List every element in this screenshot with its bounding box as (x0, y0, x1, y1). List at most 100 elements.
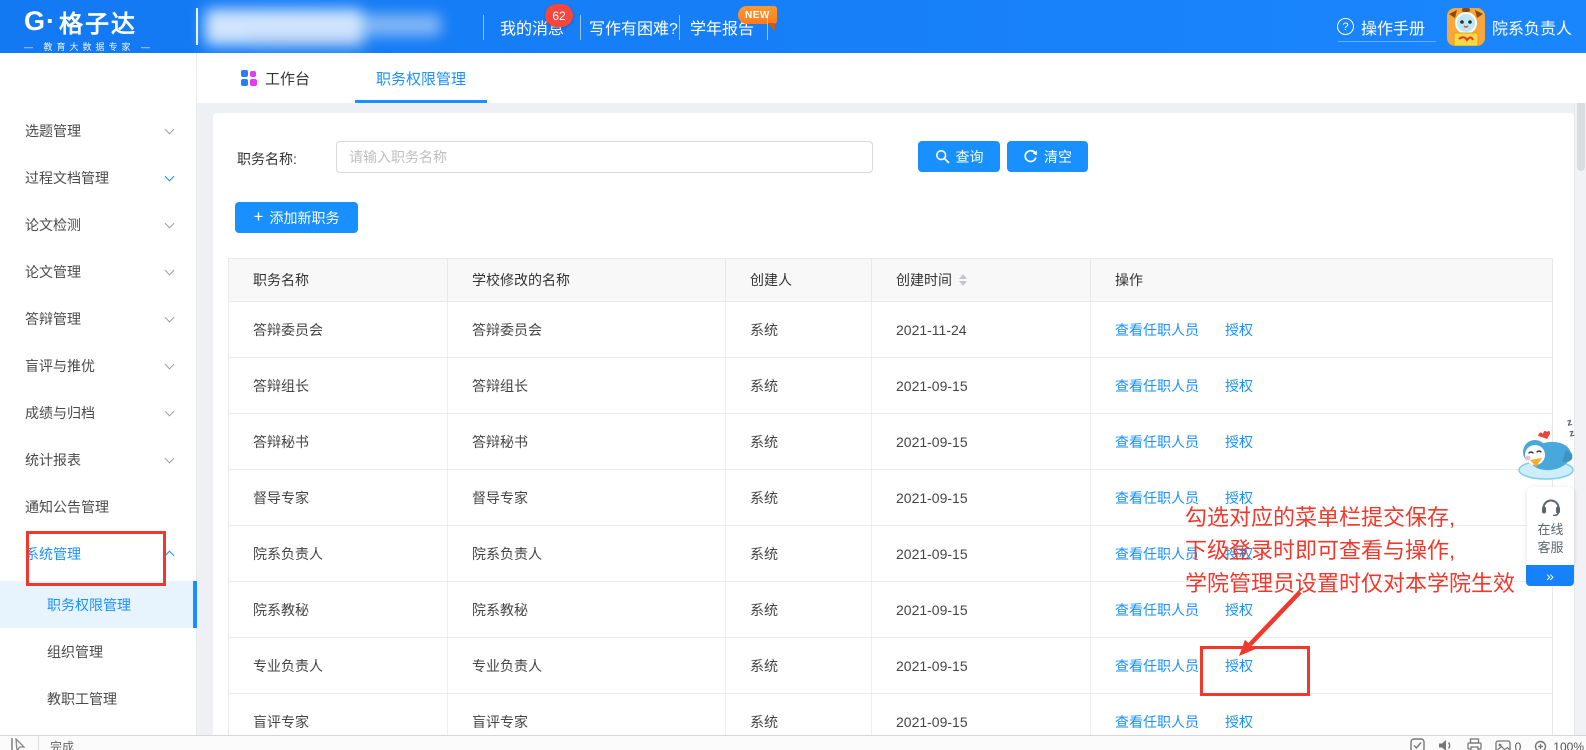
authorize-link[interactable]: 授权 (1225, 320, 1253, 340)
user-role[interactable]: 院系负责人 (1492, 0, 1572, 53)
plus-icon: + (254, 207, 264, 227)
sort-icon[interactable] (959, 274, 967, 286)
column-header-creator: 创建人 (726, 259, 872, 301)
table-row: 答辩组长 答辩组长 系统 2021-09-15 查看任职人员授权 (229, 357, 1552, 413)
chevron-down-icon (165, 124, 175, 134)
nav-divider (679, 15, 680, 40)
tabbar: 工作台 职务权限管理 (197, 53, 1586, 103)
sidebar-subitem-staff[interactable]: 教职工管理 (0, 675, 197, 722)
authorize-link[interactable]: 授权 (1225, 376, 1253, 396)
view-members-link[interactable]: 查看任职人员 (1115, 544, 1199, 564)
table-row: 答辩委员会 答辩委员会 系统 2021-11-24 查看任职人员授权 (229, 301, 1552, 357)
tiger-penguin-avatar-icon (1447, 8, 1485, 46)
nav-writing-help[interactable]: 写作有困难? (589, 0, 678, 53)
sidebar-item-topic-management[interactable]: 选题管理 (0, 107, 197, 154)
chevron-up-icon (165, 550, 175, 560)
search-label: 职务名称: (237, 149, 297, 169)
nav-manual[interactable]: ? 操作手册 (1337, 0, 1425, 53)
zoom-plus-icon (1534, 740, 1549, 750)
service-label-line1: 在线 (1537, 521, 1563, 539)
image-frame-icon (1495, 740, 1511, 750)
screen: G· 格子达 — 教育大数据专家 — 我的消息 62 写作有困难? 学年报告 N… (0, 0, 1586, 750)
view-members-link[interactable]: 查看任职人员 (1115, 432, 1199, 452)
sidebar-item-process-docs[interactable]: 过程文档管理 (0, 154, 197, 201)
table-row: 答辩秘书 答辩秘书 系统 2021-09-15 查看任职人员授权 (229, 413, 1552, 469)
logo-tagline: — 教育大数据专家 — (24, 40, 184, 53)
user-avatar[interactable] (1447, 8, 1485, 46)
authorize-link[interactable]: 授权 (1225, 432, 1253, 452)
manual-underline (1338, 41, 1436, 42)
sidebar-item-thesis-check[interactable]: 论文检测 (0, 201, 197, 248)
clear-button[interactable]: 清空 (1007, 141, 1088, 172)
media-count[interactable]: 0 (1495, 740, 1522, 750)
query-button[interactable]: 查询 (918, 141, 1000, 172)
tab-role-permission[interactable]: 职务权限管理 (355, 53, 487, 103)
chevron-down-icon (165, 406, 175, 416)
service-expand-bar[interactable]: » (1526, 565, 1574, 586)
authorize-link-highlighted[interactable]: 授权 (1225, 656, 1253, 676)
online-service-widget[interactable]: 在线 客服 (1527, 487, 1574, 565)
chevron-down-icon (165, 265, 175, 275)
authorize-link[interactable]: 授权 (1225, 712, 1253, 732)
column-header-actions: 操作 (1091, 259, 1552, 301)
new-badge: NEW (738, 6, 777, 24)
workbench-grid-icon (241, 70, 257, 86)
question-circle-icon: ? (1337, 18, 1354, 35)
printer-icon[interactable] (1467, 738, 1482, 750)
statusbar-divider (38, 736, 39, 750)
sidebar-item-defense-management[interactable]: 答辩管理 (0, 295, 197, 342)
logo-mark: G· (24, 6, 56, 37)
table-row: 专业负责人 专业负责人 系统 2021-09-15 查看任职人员授权 (229, 637, 1552, 693)
message-count-badge[interactable]: 62 (545, 4, 573, 27)
view-members-link[interactable]: 查看任职人员 (1115, 600, 1199, 620)
sidebar-subitem-organization[interactable]: 组织管理 (0, 628, 197, 675)
double-chevron-icon: » (1546, 568, 1554, 584)
view-members-link[interactable]: 查看任职人员 (1115, 488, 1199, 508)
authorize-link[interactable]: 授权 (1225, 488, 1253, 508)
chevron-down-icon (165, 453, 175, 463)
check-square-icon[interactable] (1410, 738, 1425, 750)
search-input[interactable] (336, 141, 873, 173)
table-row: 院系负责人 院系负责人 系统 2021-09-15 查看任职人员授权 (229, 525, 1552, 581)
sidebar-item-thesis-management[interactable]: 论文管理 (0, 248, 197, 295)
sidebar-subitem-role-permission[interactable]: 职务权限管理 (0, 581, 197, 628)
sleep-zzz-text: z z (1566, 414, 1586, 439)
headset-icon (1540, 496, 1562, 516)
main-panel: 职务名称: 查询 清空 + 添加新职务 职务名称 学校修改的名称 创建人 创建时… (213, 113, 1574, 735)
chevron-down-icon (165, 359, 175, 369)
column-header-role-name: 职务名称 (229, 259, 448, 301)
logo[interactable]: G· 格子达 — 教育大数据专家 — (24, 4, 184, 50)
chevron-down-icon (165, 171, 175, 181)
sidebar: 选题管理 过程文档管理 论文检测 论文管理 答辩管理 盲评与推优 成绩与归档 统… (0, 53, 197, 735)
active-tab-underline (355, 100, 487, 103)
sidebar-item-notice-management[interactable]: 通知公告管理 (0, 483, 197, 530)
view-members-link[interactable]: 查看任职人员 (1115, 376, 1199, 396)
tab-workbench[interactable]: 工作台 (241, 53, 310, 103)
cursor-icon (10, 738, 26, 750)
view-members-link[interactable]: 查看任职人员 (1115, 712, 1199, 732)
view-members-link[interactable]: 查看任职人员 (1115, 656, 1199, 676)
school-name-blurred (205, 6, 455, 50)
browser-statusbar: 完成 0 100% (0, 735, 1586, 750)
sidebar-item-grades-archive[interactable]: 成绩与归档 (0, 389, 197, 436)
view-members-link[interactable]: 查看任职人员 (1115, 320, 1199, 340)
page-scrollbar[interactable] (1574, 53, 1586, 735)
service-label-line2: 客服 (1537, 539, 1563, 557)
table-row: 督导专家 督导专家 系统 2021-09-15 查看任职人员授权 (229, 469, 1552, 525)
sidebar-item-blind-review[interactable]: 盲评与推优 (0, 342, 197, 389)
add-role-button[interactable]: + 添加新职务 (235, 202, 358, 233)
speaker-icon[interactable] (1438, 738, 1454, 750)
nav-divider (767, 15, 768, 40)
chevron-down-icon (165, 312, 175, 322)
statusbar-done-text: 完成 (50, 738, 74, 750)
sidebar-item-system-management[interactable]: 系统管理 (0, 530, 197, 577)
column-header-created-time: 创建时间 (872, 259, 1091, 301)
table-row: 院系教秘 院系教秘 系统 2021-09-15 查看任职人员授权 (229, 581, 1552, 637)
zoom-level[interactable]: 100% (1534, 740, 1584, 750)
authorize-link[interactable]: 授权 (1225, 600, 1253, 620)
table-header-row: 职务名称 学校修改的名称 创建人 创建时间 操作 (229, 259, 1552, 301)
search-icon (935, 149, 950, 164)
topbar: G· 格子达 — 教育大数据专家 — 我的消息 62 写作有困难? 学年报告 N… (0, 0, 1586, 53)
authorize-link[interactable]: 授权 (1225, 544, 1253, 564)
sidebar-item-statistics[interactable]: 统计报表 (0, 436, 197, 483)
